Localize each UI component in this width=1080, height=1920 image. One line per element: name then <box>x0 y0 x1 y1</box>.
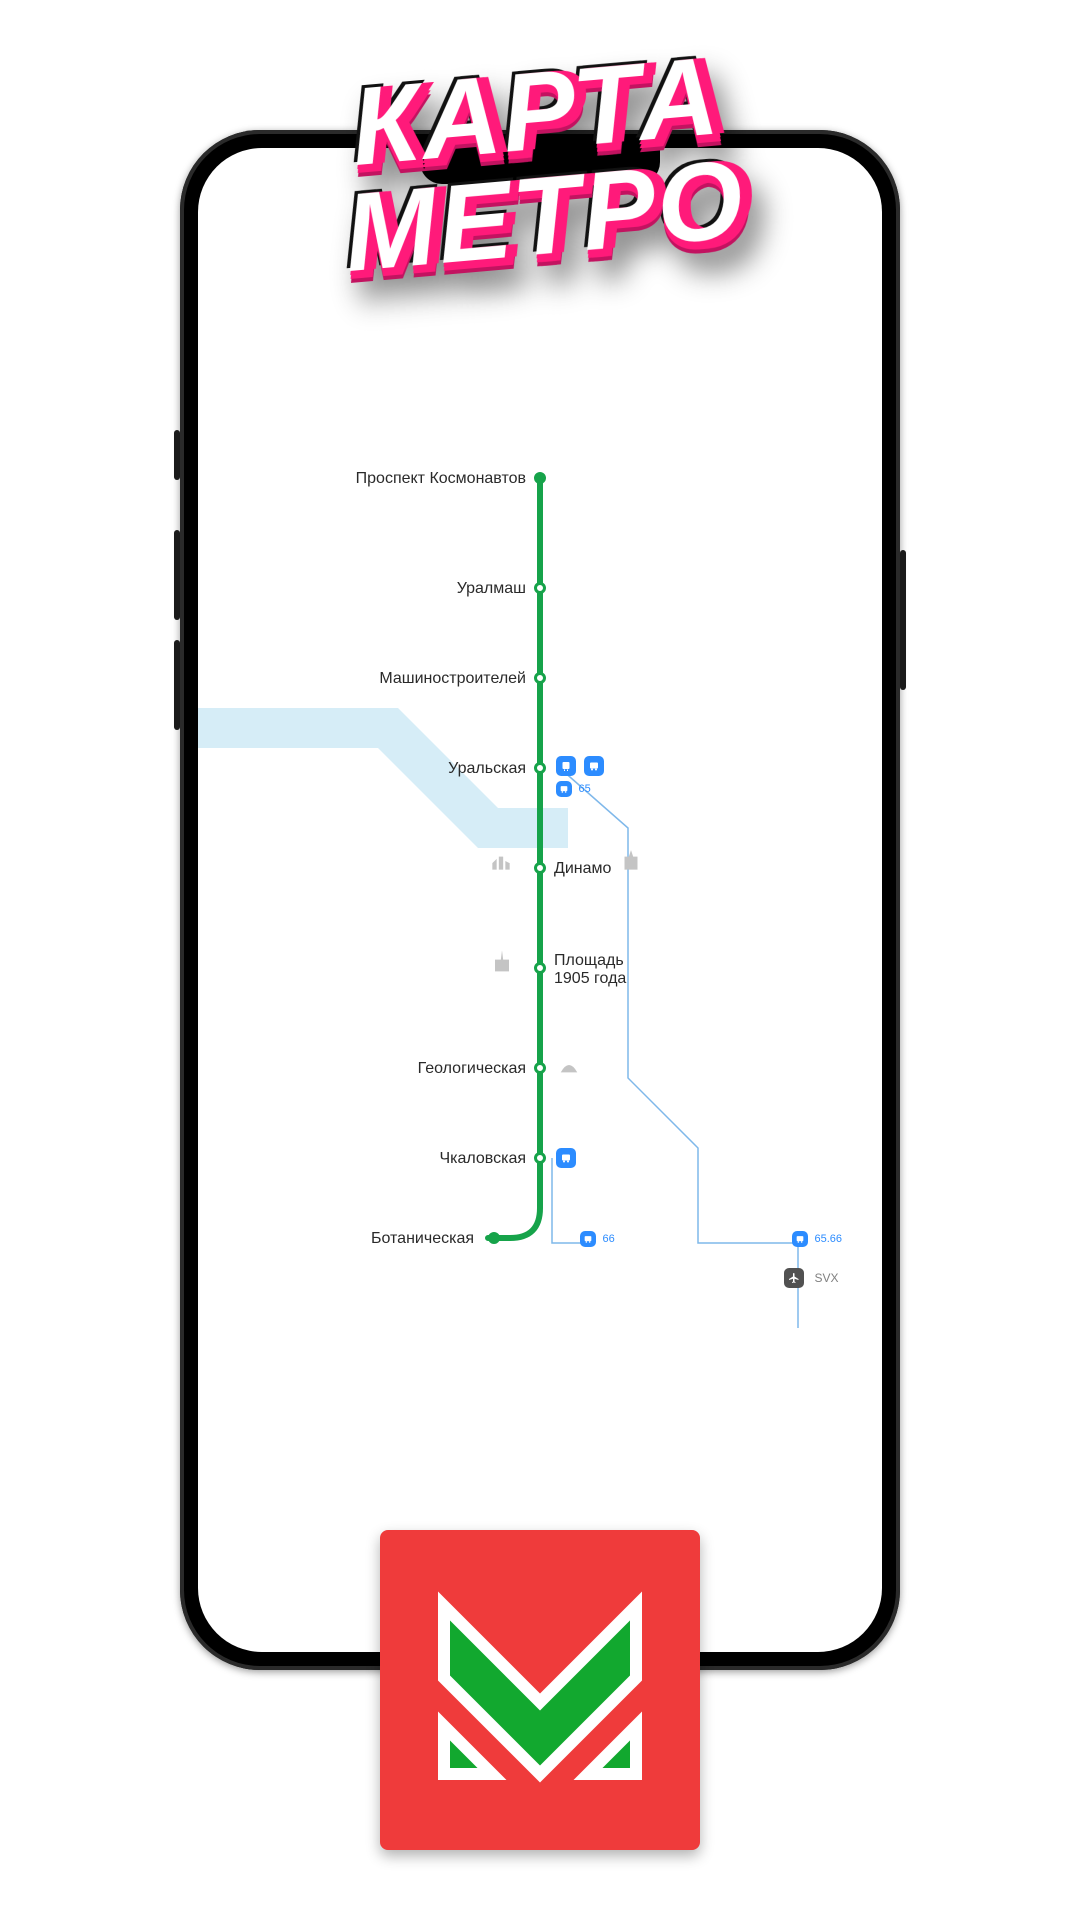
bus-route-label: 65 <box>578 783 590 795</box>
phone-frame: Проспект Космонавтов Уралмаш Машинострои… <box>180 130 900 1670</box>
transport-badge-botanicheskaya: 66 <box>578 1230 615 1248</box>
station-label: Уралмаш <box>457 580 540 598</box>
landmark-icon <box>488 848 514 879</box>
phone-screen: Проспект Космонавтов Уралмаш Машинострои… <box>198 148 882 1652</box>
transport-node-east: 65.66 <box>790 1230 842 1248</box>
landmark-icon <box>488 948 516 981</box>
station-label: Чкаловская <box>439 1150 540 1168</box>
bus-icon <box>584 756 604 776</box>
landmark-icon <box>618 848 644 879</box>
metro-map[interactable]: Проспект Космонавтов Уралмаш Машинострои… <box>198 148 882 1652</box>
transport-badges-uralskaya: 65 <box>554 756 606 798</box>
airport-code: SVX <box>814 1271 838 1285</box>
station-label: Проспект Космонавтов <box>356 470 540 488</box>
phone-silence-switch <box>174 430 180 480</box>
transport-badge-chkalovskaya <box>554 1148 578 1168</box>
bus-icon <box>580 1231 596 1247</box>
bus-route-label: 66 <box>602 1233 614 1245</box>
metro-m-logo <box>420 1570 660 1810</box>
bus-route-label: 65.66 <box>814 1233 842 1245</box>
bus-icon <box>792 1231 808 1247</box>
station-label: Геологическая <box>418 1060 540 1078</box>
station-label: Динамо <box>540 860 611 878</box>
phone-volume-up <box>174 530 180 620</box>
tram-icon <box>556 756 576 776</box>
airport-badge: SVX <box>782 1268 838 1288</box>
app-title-banner: КАРТА МЕТРО <box>331 43 749 286</box>
station-label: Площадь 1905 года <box>540 952 654 987</box>
landmark-icon <box>556 1054 582 1081</box>
bus-icon <box>556 781 572 797</box>
station-label: Машиностроителей <box>379 670 540 688</box>
station-label-text: Площадь 1905 года <box>554 952 654 987</box>
phone-power-button <box>900 550 906 690</box>
app-icon-metro <box>380 1530 700 1850</box>
bus-icon <box>556 1148 576 1168</box>
airplane-icon <box>784 1268 804 1288</box>
metro-line-1 <box>198 148 882 1648</box>
station-label: Ботаническая <box>371 1230 488 1248</box>
station-botanicheskaya[interactable] <box>488 1232 500 1244</box>
phone-volume-down <box>174 640 180 730</box>
station-label: Уральская <box>448 760 540 778</box>
